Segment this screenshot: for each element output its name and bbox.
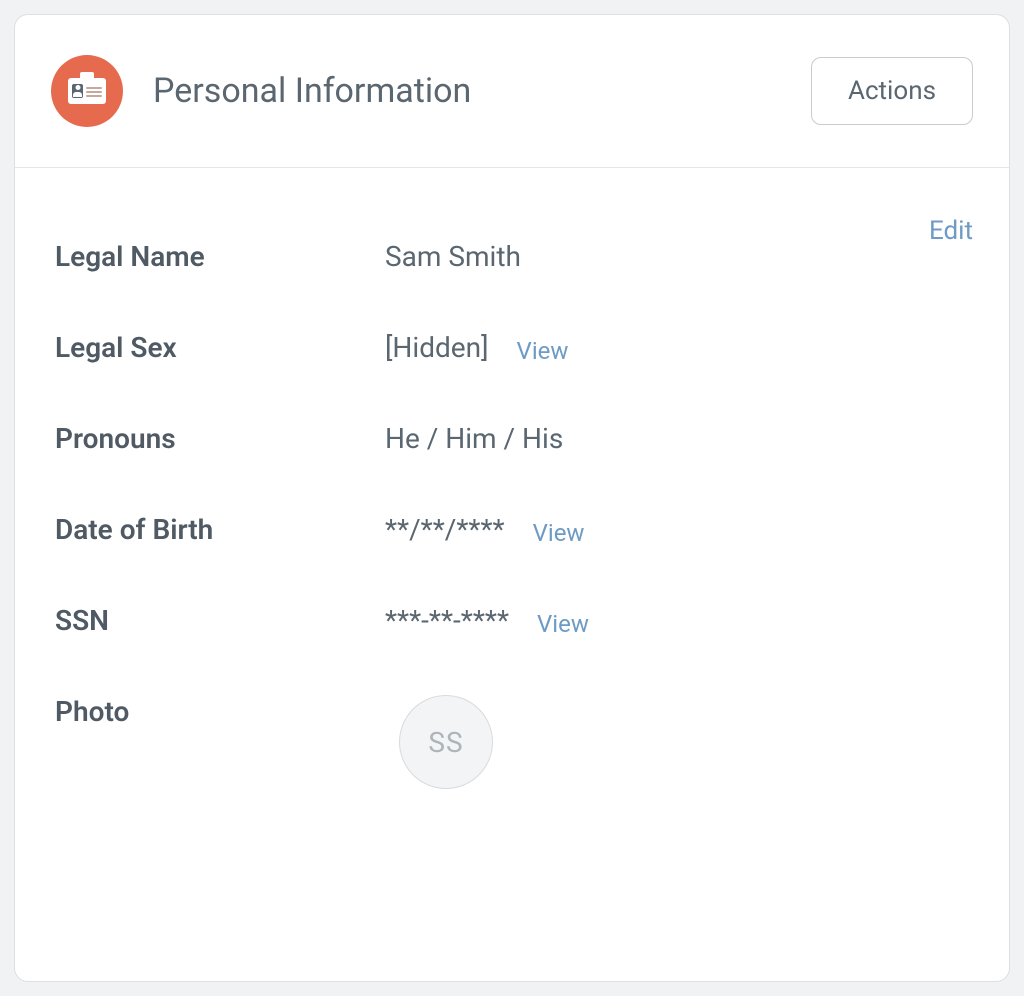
field-label: Pronouns xyxy=(55,422,385,455)
legal-name-value: Sam Smith xyxy=(385,240,521,273)
field-value-wrapper: ***-**-**** View xyxy=(385,604,589,637)
id-card-icon xyxy=(51,55,123,127)
field-row-ssn: SSN ***-**-**** View xyxy=(55,604,973,637)
ssn-value: ***-**-**** xyxy=(385,604,509,637)
card-header: Personal Information Actions xyxy=(15,15,1009,168)
edit-link[interactable]: Edit xyxy=(929,216,973,246)
field-row-pronouns: Pronouns He / Him / His xyxy=(55,422,973,455)
personal-information-card: Personal Information Actions Edit Legal … xyxy=(14,14,1010,982)
avatar: SS xyxy=(399,695,493,789)
view-dob-link[interactable]: View xyxy=(533,519,585,547)
pronouns-value: He / Him / His xyxy=(385,422,563,455)
field-label: Legal Name xyxy=(55,240,385,273)
field-value-wrapper: He / Him / His xyxy=(385,422,563,455)
field-label: Date of Birth xyxy=(55,513,385,546)
field-label: Photo xyxy=(55,695,385,728)
field-row-dob: Date of Birth **/**/**** View xyxy=(55,513,973,546)
card-body: Edit Legal Name Sam Smith Legal Sex [Hid… xyxy=(15,168,1009,825)
field-label: SSN xyxy=(55,604,385,637)
field-value-wrapper: **/**/**** View xyxy=(385,513,584,546)
field-value-wrapper: Sam Smith xyxy=(385,240,521,273)
dob-value: **/**/**** xyxy=(385,513,505,546)
field-row-legal-name: Legal Name Sam Smith xyxy=(55,240,973,273)
field-value-wrapper: [Hidden] View xyxy=(385,331,568,364)
field-label: Legal Sex xyxy=(55,331,385,364)
card-title: Personal Information xyxy=(153,71,471,111)
view-ssn-link[interactable]: View xyxy=(537,610,589,638)
header-left: Personal Information xyxy=(51,55,471,127)
legal-sex-value: [Hidden] xyxy=(385,331,489,364)
view-legal-sex-link[interactable]: View xyxy=(517,337,569,365)
field-row-photo: Photo SS xyxy=(55,695,973,789)
field-row-legal-sex: Legal Sex [Hidden] View xyxy=(55,331,973,364)
actions-button[interactable]: Actions xyxy=(811,57,973,125)
